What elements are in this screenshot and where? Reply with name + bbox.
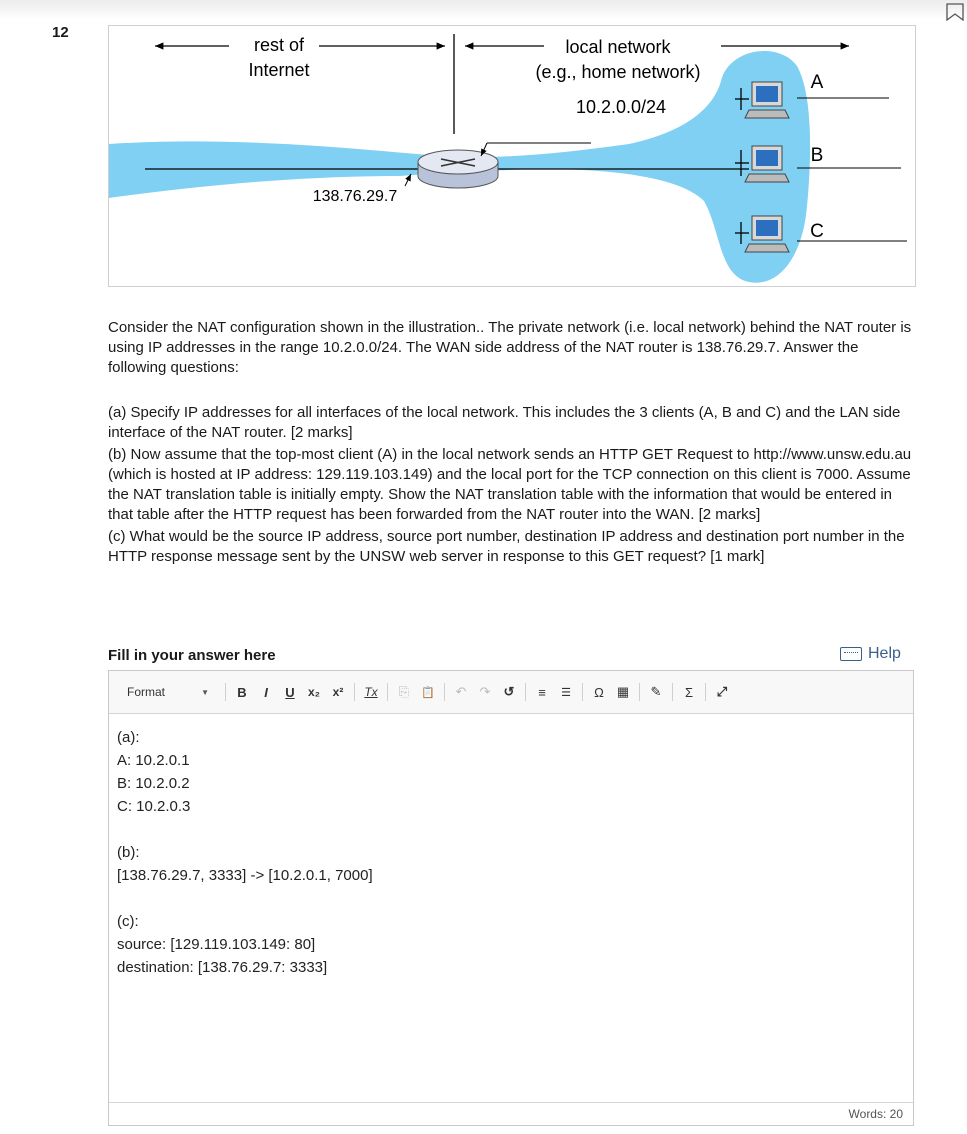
subscript-button[interactable]: x₂	[304, 681, 324, 703]
answer-text-area[interactable]: (a): A: 10.2.0.1 B: 10.2.0.2 C: 10.2.0.3…	[109, 714, 913, 991]
answer-line: (c):	[117, 913, 139, 930]
top-shade	[0, 0, 967, 20]
label-host-b: B	[811, 145, 824, 166]
answer-line: (b):	[117, 844, 140, 861]
edit-button[interactable]: ✎	[646, 681, 666, 703]
bulleted-list-button[interactable]: ☰	[556, 681, 576, 703]
nat-illustration: rest of Internet local network (e.g., ho…	[108, 25, 916, 287]
label-rest-line2: Internet	[248, 60, 309, 80]
redo-button[interactable]: ↷	[475, 681, 495, 703]
special-char-button[interactable]: Ω	[589, 681, 609, 703]
word-count: Words: 20	[848, 1107, 903, 1121]
answer-line: B: 10.2.0.2	[117, 775, 190, 792]
label-local-line1: local network	[565, 37, 671, 57]
label-rest-line1: rest of	[254, 35, 305, 55]
label-subnet: 10.2.0.0/24	[576, 97, 666, 117]
question-part-c: (c) What would be the source IP address,…	[108, 528, 905, 565]
label-wan-ip: 138.76.29.7	[313, 188, 398, 205]
label-host-a: A	[811, 72, 824, 93]
label-host-c: C	[810, 221, 824, 242]
question-part-b: (b) Now assume that the top-most client …	[108, 446, 912, 523]
help-label: Help	[868, 645, 901, 662]
answer-line: C: 10.2.0.3	[117, 798, 191, 815]
equation-button[interactable]: Σ	[679, 681, 699, 703]
underline-button[interactable]: U	[280, 681, 300, 703]
paste-button[interactable]: 📋	[418, 681, 438, 703]
answer-line: [138.76.29.7, 3333] -> [10.2.0.1, 7000]	[117, 867, 373, 884]
help-link[interactable]: Help	[840, 645, 901, 663]
question-number: 12	[52, 24, 69, 41]
answer-line: (a):	[117, 729, 140, 746]
format-dropdown[interactable]: Format ▼	[127, 685, 209, 699]
format-label: Format	[127, 685, 166, 699]
router-icon	[417, 149, 499, 189]
answer-line: destination: [138.76.29.7: 3333]	[117, 959, 328, 976]
table-button[interactable]: ▦	[613, 681, 633, 703]
superscript-button[interactable]: x²	[328, 681, 348, 703]
undo-alt-button[interactable]: ↺	[499, 681, 519, 703]
editor-statusbar: Words: 20	[109, 1102, 913, 1125]
editor-toolbar: Format ▼ B I U x₂ x² Tx ⎘ 📋 ↶ ↷ ↺ ≡ ☰ Ω …	[109, 671, 913, 714]
answer-line: A: 10.2.0.1	[117, 752, 190, 769]
question-part-a: (a) Specify IP addresses for all interfa…	[108, 404, 901, 441]
answer-line: source: [129.119.103.149: 80]	[117, 936, 316, 953]
question-intro: Consider the NAT configuration shown in …	[108, 319, 912, 376]
bold-button[interactable]: B	[232, 681, 252, 703]
italic-button[interactable]: I	[256, 681, 276, 703]
copy-button[interactable]: ⎘	[394, 681, 414, 703]
undo-button[interactable]: ↶	[451, 681, 471, 703]
question-parts: (a) Specify IP addresses for all interfa…	[108, 403, 914, 569]
remove-format-button[interactable]: Tx	[361, 681, 381, 703]
answer-editor: Format ▼ B I U x₂ x² Tx ⎘ 📋 ↶ ↷ ↺ ≡ ☰ Ω …	[108, 670, 914, 1126]
maximize-button[interactable]: ⤢	[712, 681, 732, 703]
answer-line	[117, 818, 905, 841]
flag-icon[interactable]	[945, 3, 965, 21]
label-local-line2: (e.g., home network)	[535, 62, 700, 82]
chevron-down-icon: ▼	[201, 687, 209, 697]
keyboard-icon	[840, 647, 862, 661]
answer-line	[117, 887, 905, 910]
numbered-list-button[interactable]: ≡	[532, 681, 552, 703]
answer-label: Fill in your answer here	[108, 647, 276, 664]
